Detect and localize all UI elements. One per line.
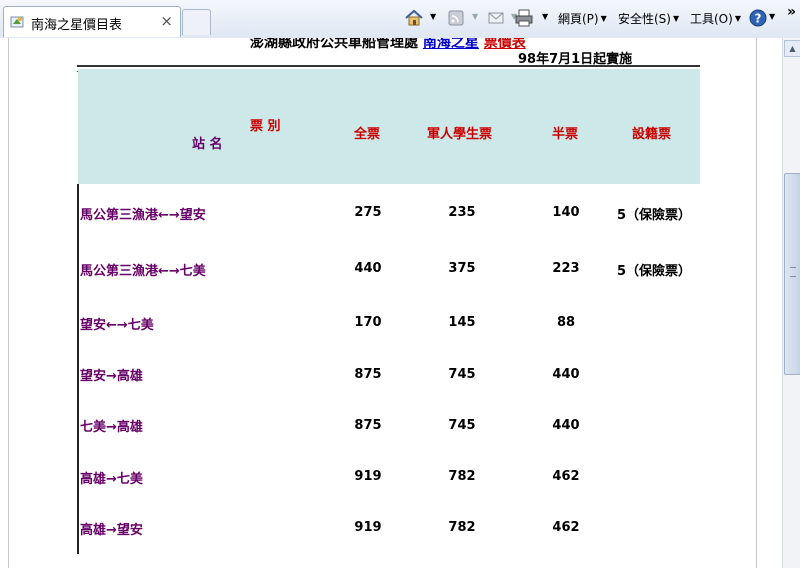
row-military-fare: 782 [448, 469, 476, 484]
svg-text:?: ? [755, 12, 762, 26]
frame-border-left [8, 38, 9, 568]
row-resident-fare: 5（保險票） [617, 264, 692, 279]
help-icon[interactable]: ? [748, 8, 768, 28]
row-route: 七美→高雄 [80, 420, 143, 435]
frame-border-right [756, 38, 757, 568]
row-half-fare: 140 [552, 205, 580, 220]
tab-title: 南海之星價目表 [31, 18, 123, 33]
row-full-fare: 875 [354, 367, 382, 382]
row-route: 馬公第三漁港←→七美 [80, 264, 206, 279]
row-half-fare: 223 [552, 261, 580, 276]
row-military-fare: 745 [448, 418, 476, 433]
scroll-up-arrow-icon[interactable]: ▲ [784, 40, 800, 57]
row-military-fare: 145 [448, 315, 476, 330]
row-full-fare: 170 [354, 315, 382, 330]
row-full-fare: 919 [354, 469, 382, 484]
row-military-fare: 782 [448, 520, 476, 535]
row-route: 高雄→望安 [80, 523, 143, 538]
row-full-fare: 919 [354, 520, 382, 535]
home-icon[interactable] [404, 8, 424, 28]
mail-icon[interactable] [486, 8, 506, 28]
help-dropdown-icon[interactable]: ▼ [767, 10, 775, 24]
fare-table-header: 票 別 站 名 全票 軍人學生票 半票 設籍票 [78, 69, 700, 184]
more-chevron-icon[interactable]: » [787, 4, 796, 20]
home-dropdown-icon[interactable]: ▼ [428, 10, 436, 24]
row-resident-fare: 5（保險票） [617, 208, 692, 223]
header-half-fare: 半票 [552, 127, 579, 142]
page-content: 澎湖縣政府公共車船管理處 南海之星 票價表 98年7月1日起實施 票 別 站 名… [0, 38, 782, 568]
header-ticket-type: 票 別 [250, 119, 281, 134]
safety-menu[interactable]: 安全性(S) ▼ [618, 10, 679, 27]
row-half-fare: 440 [552, 418, 580, 433]
vertical-scrollbar[interactable]: ▲ [782, 38, 800, 568]
page-header: 澎湖縣政府公共車船管理處 南海之星 票價表 [250, 38, 526, 52]
print-dropdown-icon[interactable]: ▼ [540, 10, 548, 24]
row-military-fare: 235 [448, 205, 476, 220]
header-station: 站 名 [192, 137, 223, 152]
scrollbar-grip [790, 267, 796, 277]
table-left-border [77, 184, 79, 554]
row-full-fare: 440 [354, 261, 382, 276]
row-half-fare: 440 [552, 367, 580, 382]
browser-toolbar: 南海之星價目表 × ▼ ▼ ▼ ▼ 網頁(P) ▼ 安全性(S) ▼ 工具(O) ▼ … [0, 0, 800, 39]
row-half-fare: 462 [552, 469, 580, 484]
tools-menu[interactable]: 工具(O) ▼ [690, 10, 741, 27]
row-full-fare: 275 [354, 205, 382, 220]
print-icon[interactable] [514, 8, 534, 28]
row-half-fare: 462 [552, 520, 580, 535]
header-link[interactable]: 南海之星 [423, 38, 479, 51]
header-prefix: 澎湖縣政府公共車船管理處 [250, 38, 418, 51]
close-tab-icon[interactable]: × [160, 12, 173, 30]
row-route: 望安→高雄 [80, 369, 143, 384]
header-military-student: 軍人學生票 [427, 127, 493, 142]
row-route: 高雄→七美 [80, 472, 143, 487]
row-full-fare: 875 [354, 418, 382, 433]
row-half-fare: 88 [556, 315, 576, 330]
browser-tab[interactable]: 南海之星價目表 × [3, 6, 181, 37]
feeds-icon[interactable] [446, 8, 466, 28]
row-route: 馬公第三漁港←→望安 [80, 208, 206, 223]
scrollbar-thumb[interactable] [784, 173, 800, 375]
row-route: 望安←→七美 [80, 318, 154, 333]
row-military-fare: 745 [448, 367, 476, 382]
header-resident: 設籍票 [632, 127, 672, 142]
row-military-fare: 375 [448, 261, 476, 276]
feeds-dropdown-icon[interactable]: ▼ [470, 10, 478, 24]
header-full-fare: 全票 [354, 127, 381, 142]
page-menu[interactable]: 網頁(P) ▼ [558, 10, 607, 27]
new-tab-button[interactable] [182, 9, 211, 35]
page-favicon-icon [10, 16, 24, 28]
